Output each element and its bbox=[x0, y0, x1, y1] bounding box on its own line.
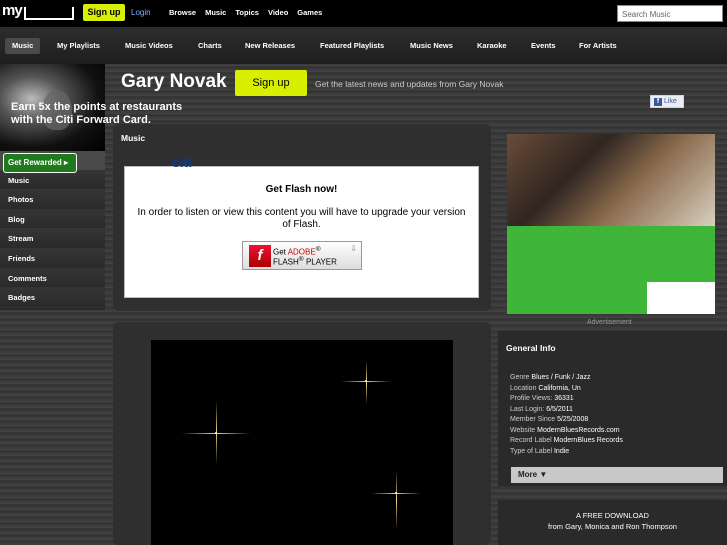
info-value: Blues / Funk / Jazz bbox=[531, 374, 591, 381]
music-section-title: Music bbox=[121, 133, 146, 143]
nav-music[interactable]: Music bbox=[205, 8, 226, 17]
video-player[interactable] bbox=[151, 340, 453, 545]
download-heading[interactable]: A FREE DOWNLOAD bbox=[498, 511, 727, 520]
star bbox=[365, 380, 367, 382]
top-nav: Browse Music Topics Video Games bbox=[169, 8, 322, 17]
flash-badge-product: FLASH bbox=[273, 257, 299, 267]
flash-logo-icon: f bbox=[249, 245, 271, 267]
info-value: 36331 bbox=[554, 395, 574, 402]
subnav-music-news[interactable]: Music News bbox=[410, 38, 453, 54]
page-title: Gary Novak bbox=[121, 71, 227, 92]
search-input[interactable]: Search Music bbox=[617, 5, 723, 22]
subnav-events[interactable]: Events bbox=[531, 38, 556, 54]
site-logo[interactable]: my bbox=[2, 2, 23, 19]
light-flare bbox=[366, 360, 367, 405]
subnav-for-artists[interactable]: For Artists bbox=[579, 38, 617, 54]
nav-browse[interactable]: Browse bbox=[169, 8, 196, 17]
subnav-music[interactable]: Music bbox=[5, 38, 41, 54]
info-label: Member Since bbox=[510, 416, 556, 423]
subnav-charts[interactable]: Charts bbox=[198, 38, 222, 54]
signup-tagline: Get the latest news and updates from Gar… bbox=[315, 79, 504, 89]
info-value: 5/25/2008 bbox=[557, 416, 589, 423]
subnav-featured-playlists[interactable]: Featured Playlists bbox=[320, 38, 384, 54]
light-flare bbox=[396, 470, 397, 530]
download-arrow-icon: ⇩ bbox=[350, 244, 357, 253]
signup-button[interactable]: Sign up bbox=[83, 4, 125, 21]
menu-comments[interactable]: Comments bbox=[0, 268, 105, 289]
info-row: Genre Blues / Funk / Jazz bbox=[510, 373, 623, 384]
flash-badge-player: PLAYER bbox=[305, 257, 337, 267]
info-value: ModernBlues Records bbox=[553, 437, 623, 444]
info-row: Location California, Un bbox=[510, 384, 623, 395]
nav-video[interactable]: Video bbox=[268, 8, 288, 17]
subnav-music-videos[interactable]: Music Videos bbox=[125, 38, 173, 54]
info-value: California, Un bbox=[538, 384, 581, 392]
info-label: Type of Label bbox=[510, 447, 553, 455]
menu-friends[interactable]: Friends bbox=[0, 248, 105, 269]
menu-music[interactable]: Music bbox=[0, 170, 105, 191]
info-row: Last Login: 6/5/2011 bbox=[510, 405, 623, 416]
info-row: Website ModernBluesRecords.com bbox=[510, 426, 623, 437]
general-info-list: Genre Blues / Funk / Jazz Location Calif… bbox=[510, 373, 623, 457]
flash-badge-line2: FLASH® PLAYER bbox=[273, 256, 337, 267]
subnav-my-playlists[interactable]: My Playlists bbox=[57, 38, 100, 54]
facebook-icon: f bbox=[654, 98, 662, 106]
ad-headline: Earn 5x the points at restaurants with t… bbox=[11, 101, 183, 126]
download-subheading: from Gary, Monica and Ron Thompson bbox=[548, 522, 677, 531]
info-value: 6/5/2011 bbox=[546, 405, 573, 413]
music-subnav: Music My Playlists Music Videos Charts N… bbox=[0, 27, 727, 64]
menu-stream[interactable]: Stream bbox=[0, 229, 105, 249]
subnav-new-releases[interactable]: New Releases bbox=[245, 38, 295, 54]
info-label: Record Label bbox=[510, 437, 552, 444]
flash-heading: Get Flash now! bbox=[265, 184, 338, 195]
general-info-title: General Info bbox=[506, 343, 556, 353]
get-flash-button[interactable]: f Get ADOBE® FLASH® PLAYER ⇩ bbox=[242, 241, 362, 270]
more-info-button[interactable]: More ▼ bbox=[511, 467, 723, 483]
ad-logo-area bbox=[647, 282, 715, 314]
info-row: Profile Views: 36331 bbox=[510, 394, 623, 405]
advertisement-banner[interactable] bbox=[507, 134, 715, 314]
star bbox=[215, 432, 217, 434]
flash-message: In order to listen or view this content … bbox=[137, 207, 466, 230]
citi-logo: citi bbox=[172, 154, 193, 170]
logo-underline bbox=[24, 7, 74, 20]
top-bar: my Sign up Login Browse Music Topics Vid… bbox=[0, 0, 727, 27]
menu-blog[interactable]: Blog bbox=[0, 209, 105, 230]
flash-notice: Get Flash now! In order to listen or vie… bbox=[124, 166, 479, 298]
nav-games[interactable]: Games bbox=[297, 8, 322, 17]
facebook-like-button[interactable]: f Like bbox=[650, 95, 684, 108]
ad-photo bbox=[507, 134, 715, 226]
menu-photos[interactable]: Photos bbox=[0, 190, 105, 210]
star bbox=[395, 492, 397, 494]
login-link[interactable]: Login bbox=[131, 8, 151, 17]
info-label: Last Login: bbox=[510, 405, 545, 413]
info-row: Member Since 5/25/2008 bbox=[510, 415, 623, 426]
get-rewarded-button[interactable]: Get Rewarded ▸ bbox=[3, 153, 77, 173]
subnav-karaoke[interactable]: Karaoke bbox=[477, 38, 507, 54]
advertisement-label: Advertisement bbox=[587, 319, 632, 326]
info-label: Location bbox=[510, 384, 537, 392]
info-row: Type of Label Indie bbox=[510, 447, 623, 458]
like-label: Like bbox=[663, 98, 677, 105]
info-label: Genre bbox=[510, 374, 530, 381]
info-label: Website bbox=[510, 426, 536, 434]
profile-menu: Profile Music Photos Blog Stream Friends… bbox=[0, 151, 105, 310]
artist-signup-button[interactable]: Sign up bbox=[235, 70, 307, 96]
info-value[interactable]: ModernBluesRecords.com bbox=[537, 427, 619, 434]
info-row: Record Label ModernBlues Records bbox=[510, 436, 623, 447]
info-value: Indie bbox=[553, 447, 570, 455]
menu-badges[interactable]: Badges bbox=[0, 288, 105, 308]
nav-topics[interactable]: Topics bbox=[235, 8, 259, 17]
info-label: Profile Views: bbox=[510, 395, 553, 402]
